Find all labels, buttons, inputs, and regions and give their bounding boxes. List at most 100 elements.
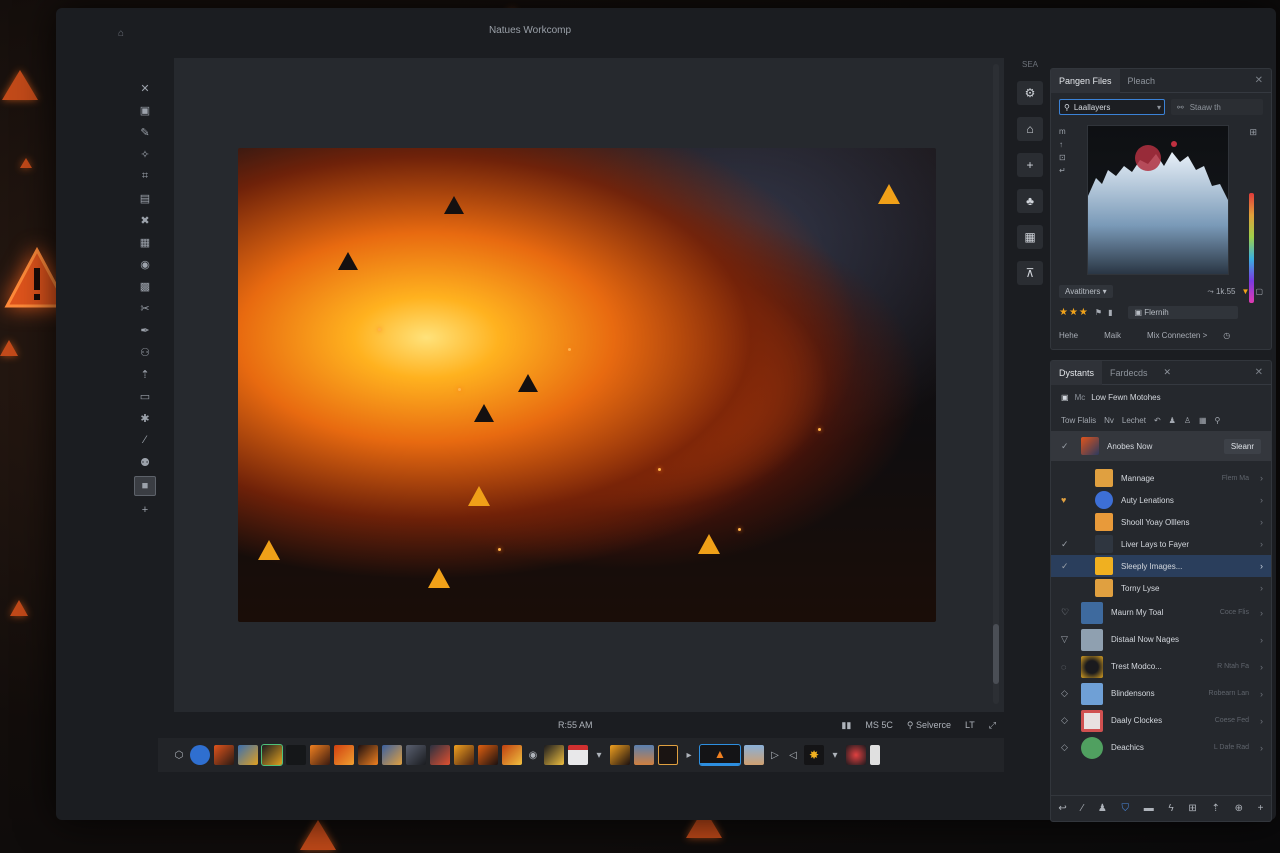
- bell-icon[interactable]: ♙: [1184, 416, 1191, 425]
- house-icon[interactable]: ⌂: [1017, 117, 1043, 141]
- item-check[interactable]: ▽: [1061, 634, 1075, 645]
- lock-icon[interactable]: ⊕: [1235, 803, 1243, 814]
- return-icon[interactable]: ↵: [1059, 166, 1066, 175]
- close-x-icon[interactable]: ✖: [137, 212, 153, 228]
- chevron-down-icon[interactable]: ▾: [1157, 103, 1164, 112]
- list-item[interactable]: Shooll Yoay Olllens ›: [1051, 511, 1271, 533]
- canvas-scrollbar[interactable]: [993, 64, 999, 704]
- list-item[interactable]: ◌ Trest Modco... R Ntah Fa ›: [1051, 653, 1271, 680]
- scissors-icon[interactable]: ✂: [137, 300, 153, 316]
- thumbnail[interactable]: [544, 745, 564, 765]
- chevron-right-icon[interactable]: ›: [1260, 689, 1263, 699]
- scrollbar-thumb[interactable]: [993, 624, 999, 684]
- thumbnail[interactable]: [478, 745, 498, 765]
- filter-tow-flalis[interactable]: Tow Flalis: [1061, 416, 1096, 425]
- thumbnail[interactable]: [454, 745, 474, 765]
- rating-stars[interactable]: ★★★: [1059, 307, 1089, 318]
- chevron-right-icon[interactable]: ›: [1260, 662, 1263, 672]
- chevron-right-icon[interactable]: ›: [1260, 495, 1263, 505]
- tab-pangen-files[interactable]: Pangen Files: [1051, 68, 1120, 93]
- status-selverce[interactable]: ⚲ Selverce: [907, 720, 951, 731]
- tab-fardecds[interactable]: Fardecds: [1102, 361, 1156, 385]
- layers-search-input[interactable]: ⚲ Laallayers ▾: [1059, 99, 1165, 115]
- crop-icon[interactable]: ⌗: [137, 168, 153, 184]
- stamp-icon[interactable]: ▦: [137, 234, 153, 250]
- thumbnail[interactable]: [190, 745, 210, 765]
- square-icon[interactable]: ▢: [1255, 287, 1263, 296]
- item-check[interactable]: ◌: [1061, 662, 1075, 672]
- item-check[interactable]: ✓: [1061, 441, 1075, 452]
- close-icon[interactable]: ✕: [1255, 75, 1263, 86]
- image-canvas[interactable]: [238, 148, 936, 622]
- add-icon[interactable]: +: [1258, 803, 1264, 814]
- footer-maik[interactable]: Maik: [1104, 331, 1121, 340]
- chevron-right-icon[interactable]: ›: [1260, 583, 1263, 593]
- chevron-right-icon[interactable]: ›: [1260, 473, 1263, 483]
- shield-icon[interactable]: ⛉: [1121, 803, 1129, 814]
- user-icon[interactable]: ♟: [1169, 416, 1176, 425]
- filter-nv[interactable]: Nv: [1104, 416, 1114, 425]
- frame-icon[interactable]: ⊞: [1188, 803, 1196, 814]
- chart-icon[interactable]: ▮▮: [841, 720, 851, 731]
- add-icon[interactable]: +: [137, 502, 153, 518]
- footer-mix[interactable]: Mix Connecten >: [1147, 331, 1207, 340]
- filter-dropdown[interactable]: ▣ Flernih: [1128, 306, 1239, 319]
- thumbnail[interactable]: [744, 745, 764, 765]
- brush-icon[interactable]: ✎: [137, 124, 153, 140]
- thumbnail[interactable]: [261, 744, 283, 766]
- thumbnail[interactable]: [310, 745, 330, 765]
- close-icon[interactable]: ✕: [137, 80, 153, 96]
- thumbnail[interactable]: [406, 745, 426, 765]
- list-item[interactable]: ♥ Auty Lenations ›: [1051, 489, 1271, 511]
- monitor-icon[interactable]: ▭: [137, 388, 153, 404]
- grid-icon[interactable]: ▦: [1017, 225, 1043, 249]
- item-check[interactable]: ✓: [1061, 561, 1075, 572]
- list-item[interactable]: Torny Lyse ›: [1051, 577, 1271, 599]
- pen-icon[interactable]: ✒: [137, 322, 153, 338]
- plus-icon[interactable]: +: [1017, 153, 1043, 177]
- feather-icon[interactable]: ⁄: [137, 432, 153, 448]
- layer-square-icon[interactable]: ■: [134, 476, 156, 496]
- pencil-icon[interactable]: ⁄: [1081, 803, 1083, 814]
- histogram-dropdown[interactable]: Avatitners ▾: [1059, 285, 1113, 298]
- grid-icon[interactable]: ▦: [1199, 416, 1207, 425]
- thumbnail[interactable]: [214, 745, 234, 765]
- gear-icon[interactable]: ⚙: [1017, 81, 1043, 105]
- dropdown-icon[interactable]: ▾: [828, 748, 842, 762]
- channel-icon[interactable]: m: [1059, 127, 1066, 136]
- thumbnail[interactable]: [568, 745, 588, 765]
- list-item[interactable]: ◇ Blindensons Robearn Lan ›: [1051, 680, 1271, 707]
- next-icon[interactable]: ▷: [768, 748, 782, 762]
- dropdown-icon[interactable]: ▾: [592, 748, 606, 762]
- thumbnail[interactable]: [358, 745, 378, 765]
- item-check[interactable]: ♡: [1061, 607, 1075, 618]
- footer-hehe[interactable]: Hehe: [1059, 331, 1078, 340]
- bug-icon[interactable]: ✱: [137, 410, 153, 426]
- layers-icon[interactable]: ▤: [137, 190, 153, 206]
- thumbnail[interactable]: [238, 745, 258, 765]
- list-item[interactable]: ◇ Deachics L Dafe Rad ›: [1051, 734, 1271, 761]
- close-icon[interactable]: ✕: [1255, 367, 1263, 378]
- chevron-right-icon[interactable]: ›: [1260, 517, 1263, 527]
- thumbnail[interactable]: [430, 745, 450, 765]
- clock-icon[interactable]: ◷: [1223, 331, 1230, 340]
- move-icon[interactable]: ▣: [137, 102, 153, 118]
- frame-icon[interactable]: ⊡: [1059, 153, 1066, 162]
- thumbnail[interactable]: [846, 745, 866, 765]
- thumbnail[interactable]: [870, 745, 880, 765]
- item-check[interactable]: ◇: [1061, 715, 1075, 726]
- chevron-right-icon[interactable]: ›: [1260, 539, 1263, 549]
- pin-icon[interactable]: ⇡: [137, 366, 153, 382]
- thumbnail[interactable]: ✸: [804, 745, 824, 765]
- back-icon[interactable]: ↩: [1058, 803, 1066, 814]
- tab-close-icon[interactable]: ✕: [1156, 361, 1180, 385]
- chevron-right-icon[interactable]: ›: [1260, 561, 1263, 571]
- settings-icon[interactable]: ⬡: [172, 748, 186, 762]
- item-check[interactable]: ✓: [1061, 539, 1075, 550]
- filter-lechet[interactable]: Lechet: [1122, 416, 1146, 425]
- list-item[interactable]: ✓ Anobes Now Sleanr: [1051, 431, 1271, 461]
- wand-icon[interactable]: ✧: [137, 146, 153, 162]
- list-item-selected[interactable]: ✓ Sleeply Images... ›: [1051, 555, 1271, 577]
- secondary-search-input[interactable]: ⚯ Staaw th: [1171, 99, 1263, 115]
- message-icon[interactable]: ▬: [1144, 803, 1154, 814]
